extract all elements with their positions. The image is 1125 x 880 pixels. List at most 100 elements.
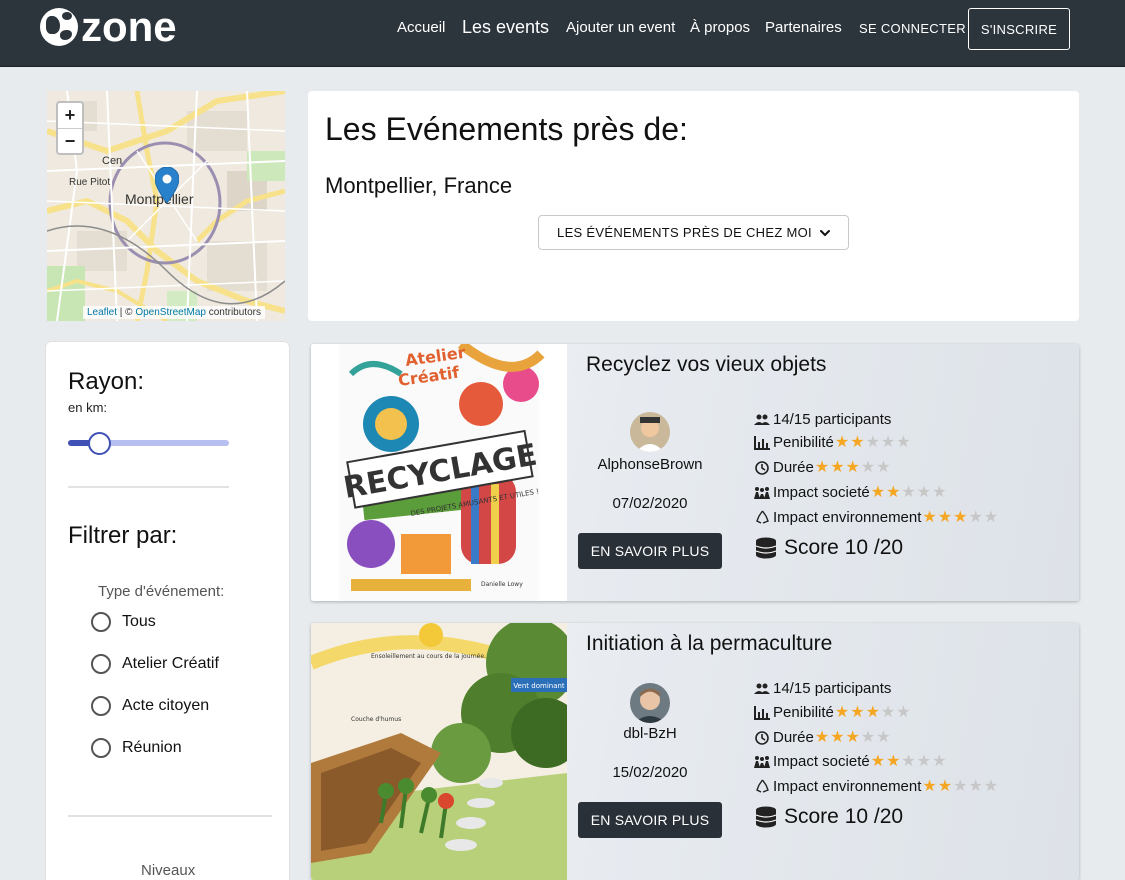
osm-link[interactable]: OpenStreetMap (135, 307, 206, 318)
divider (68, 815, 272, 817)
star-rating: ★ ★ ★ ★ ★ (814, 728, 892, 746)
people-icon (754, 681, 770, 697)
impact-societe-row: Impact societé ★ ★ ★ ★ ★ (754, 753, 947, 770)
attribution-contributors: contributors (205, 307, 261, 318)
radius-slider-thumb[interactable] (88, 432, 111, 455)
impact-environnement-row: Impact environnement ★ ★ ★ ★ ★ (754, 778, 999, 795)
nav-ajouter-event[interactable]: Ajouter un event (566, 19, 675, 36)
participants-row: 14/15 participants (754, 680, 891, 697)
globe-icon (40, 8, 78, 46)
location-pin-icon[interactable] (155, 167, 179, 203)
page-title: Les Evénements près de: (325, 111, 688, 147)
star-empty-icon: ★ (901, 752, 916, 770)
map-label-cen: Cen (102, 155, 123, 167)
star-empty-icon: ★ (932, 752, 947, 770)
map-zoom-control: + − (56, 101, 84, 155)
star-filled-icon: ★ (850, 703, 865, 721)
star-filled-icon: ★ (953, 508, 968, 526)
radio-button[interactable] (91, 612, 111, 632)
coins-icon (754, 805, 778, 829)
impact-environnement-row: Impact environnement ★ ★ ★ ★ ★ (754, 509, 999, 526)
participants-count: 14/15 participants (773, 411, 892, 428)
star-empty-icon: ★ (880, 703, 896, 721)
event-date: 15/02/2020 (612, 764, 688, 781)
impact-societe-label: Impact societé (773, 484, 870, 501)
participants-row: 14/15 participants (754, 411, 891, 428)
avatar[interactable] (630, 683, 670, 723)
zoom-out-button[interactable]: − (58, 128, 82, 153)
radio-option-reunion[interactable]: Réunion (91, 738, 182, 758)
star-filled-icon: ★ (922, 777, 937, 795)
nav-les-events[interactable]: Les events (462, 17, 549, 38)
clock-icon (754, 460, 770, 476)
star-rating: ★ ★ ★ ★ ★ (815, 458, 892, 476)
star-empty-icon: ★ (896, 433, 911, 451)
clock-icon (754, 730, 770, 746)
event-author[interactable]: dbl-BzH (571, 725, 729, 742)
star-filled-icon: ★ (870, 483, 886, 501)
community-icon (754, 485, 770, 501)
login-button[interactable]: SE CONNECTER (859, 21, 966, 36)
star-empty-icon: ★ (901, 483, 916, 501)
star-empty-icon: ★ (860, 728, 876, 746)
penibilite-label: Penibilité (773, 704, 834, 721)
star-filled-icon: ★ (937, 508, 953, 526)
star-empty-icon: ★ (916, 752, 932, 770)
nav-accueil[interactable]: Accueil (397, 19, 445, 36)
event-title[interactable]: Recyclez vos vieux objets (586, 353, 826, 377)
star-empty-icon: ★ (983, 508, 999, 526)
recycle-icon (754, 510, 770, 526)
recycling-book-illustration: RECYCLAGE Atelier Créatif DES PROJETS AM… (311, 344, 567, 601)
radius-unit: en km: (68, 400, 108, 415)
radio-option-atelier-creatif[interactable]: Atelier Créatif (91, 654, 219, 674)
radio-label: Réunion (122, 739, 182, 756)
logo[interactable]: zone (40, 6, 177, 48)
radio-option-acte-citoyen[interactable]: Acte citoyen (91, 696, 209, 716)
event-image[interactable]: Vent dominant Ensoleillement au cours de… (311, 623, 567, 880)
image-label-vent: Vent dominant (513, 682, 565, 690)
star-empty-icon: ★ (876, 728, 891, 746)
radio-button[interactable] (91, 696, 111, 716)
leaflet-link[interactable]: Leaflet (87, 307, 117, 318)
star-filled-icon: ★ (845, 458, 860, 476)
nav-a-propos[interactable]: À propos (690, 19, 750, 36)
radio-label: Tous (122, 613, 156, 630)
star-filled-icon: ★ (886, 483, 901, 501)
avatar[interactable] (630, 412, 670, 452)
event-image[interactable]: RECYCLAGE Atelier Créatif DES PROJETS AM… (311, 344, 567, 601)
star-rating: ★ ★ ★ ★ ★ (922, 777, 999, 795)
star-rating: ★ ★ ★ ★ ★ (922, 508, 999, 526)
duree-row: Durée ★ ★ ★ ★ ★ (754, 729, 892, 746)
penibilite-row: Penibilité ★ ★ ★ ★ ★ (754, 434, 912, 451)
more-info-button[interactable]: EN SAVOIR PLUS (578, 802, 722, 838)
radio-option-tous[interactable]: Tous (91, 612, 156, 632)
star-rating: ★ ★ ★ ★ ★ (870, 483, 948, 501)
star-empty-icon: ★ (916, 483, 932, 501)
star-filled-icon: ★ (886, 752, 901, 770)
star-filled-icon: ★ (845, 728, 860, 746)
star-filled-icon: ★ (814, 728, 830, 746)
impact-env-label: Impact environnement (773, 778, 922, 795)
nav-partenaires[interactable]: Partenaires (765, 19, 842, 36)
bar-chart-icon (754, 705, 770, 721)
event-card: RECYCLAGE Atelier Créatif DES PROJETS AM… (311, 344, 1079, 601)
radio-label: Atelier Créatif (122, 655, 219, 672)
impact-societe-row: Impact societé ★ ★ ★ ★ ★ (754, 484, 947, 501)
zoom-in-button[interactable]: + (58, 103, 82, 128)
author-avatar-image (630, 683, 670, 723)
current-city: Montpellier, France (325, 173, 513, 198)
star-empty-icon: ★ (968, 508, 983, 526)
star-empty-icon: ★ (932, 483, 947, 501)
location-header-card: Les Evénements près de: Montpellier, Fra… (308, 91, 1079, 321)
radio-button[interactable] (91, 738, 111, 758)
radio-label: Acte citoyen (122, 697, 210, 714)
nearby-events-dropdown[interactable]: LES ÉVÉNEMENTS PRÈS DE CHEZ MOI (538, 215, 849, 250)
more-info-button[interactable]: EN SAVOIR PLUS (578, 533, 722, 569)
radio-button[interactable] (91, 654, 111, 674)
signup-button[interactable]: S'INSCRIRE (968, 8, 1070, 50)
event-title[interactable]: Initiation à la permaculture (586, 632, 832, 656)
event-card: Vent dominant Ensoleillement au cours de… (311, 623, 1079, 880)
radius-title: Rayon: (68, 368, 145, 395)
event-author[interactable]: AlphonseBrown (571, 456, 729, 473)
dropdown-label: LES ÉVÉNEMENTS PRÈS DE CHEZ MOI (557, 225, 812, 240)
